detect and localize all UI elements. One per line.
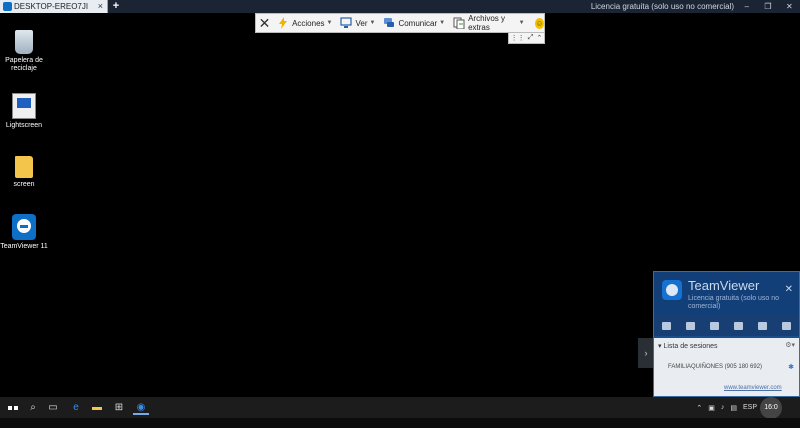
search-icon[interactable]: ⌕ <box>25 400 41 415</box>
minimize-icon[interactable]: – <box>736 0 757 13</box>
language-indicator[interactable]: ESP <box>743 404 757 411</box>
desktop-icon-label: Lightscreen <box>5 122 43 129</box>
pin-icon[interactable]: ✱ <box>788 363 794 371</box>
tab-close-icon[interactable]: × <box>98 0 103 13</box>
taskbar: ⌕ ▭ e ▬ ⊞ ◉ ⌃ ▣ ♪ ▤ ESP 16:0 <box>0 396 800 419</box>
files-icon <box>453 17 465 30</box>
tab-bar: DESKTOP-EREO7JI × + Licencia gratuita (s… <box>0 0 800 13</box>
close-icon[interactable]: ✕ <box>256 14 273 32</box>
task-view-icon[interactable]: ▭ <box>45 400 61 415</box>
teamviewer-panel-header: TeamViewer Licencia gratuita (solo uso n… <box>654 272 799 316</box>
desktop-icon-label: screen <box>13 181 35 188</box>
teamviewer-link[interactable]: www.teamviewer.com <box>724 385 782 391</box>
store-icon[interactable]: ⊞ <box>111 400 127 415</box>
file-explorer-icon[interactable]: ▬ <box>89 400 105 415</box>
teamviewer-taskbar-icon[interactable]: ◉ <box>133 400 149 415</box>
headset-icon[interactable] <box>685 322 695 330</box>
monitor-icon <box>340 17 353 29</box>
chat-icon[interactable] <box>709 322 719 330</box>
notification-icon[interactable]: ▤ <box>730 404 737 412</box>
desktop-icon-label: Papelera de reciclaje <box>5 57 43 72</box>
chevron-up-icon[interactable]: ⌃ <box>696 404 702 412</box>
panel-action-icons <box>654 316 799 336</box>
maximize-icon[interactable]: ❐ <box>757 0 778 13</box>
folder-icon <box>15 156 33 178</box>
grip-icon[interactable]: ⋮⋮ <box>511 34 525 42</box>
edge-icon[interactable]: e <box>68 400 84 415</box>
desktop-icon-label: TeamViewer 11 <box>0 243 48 250</box>
desktop-icon-screen[interactable]: screen <box>0 156 48 189</box>
teamviewer-icon <box>12 214 36 240</box>
toolbar-ver[interactable]: Ver ▼ <box>336 14 379 32</box>
close-window-icon[interactable]: ✕ <box>779 0 800 13</box>
session-row[interactable]: FAMILIAQUIÑONES (905 180 692) <box>668 364 762 370</box>
teamviewer-panel: TeamViewer Licencia gratuita (solo uso n… <box>653 271 800 397</box>
clock[interactable]: 16:0 <box>760 396 782 419</box>
fullscreen-icon[interactable]: ⤢ <box>528 34 534 42</box>
session-list-title[interactable]: ▾ Lista de sesiones <box>658 342 718 350</box>
gear-icon[interactable]: ⚙▾ <box>785 341 795 349</box>
toolbar-archivos-label: Archivos y extras <box>468 14 505 32</box>
teamviewer-license: Licencia gratuita (solo uso no comercial… <box>688 295 780 310</box>
toolbar-acciones[interactable]: Acciones ▼ <box>273 14 336 32</box>
chevron-up-icon[interactable]: ⌃ <box>537 34 543 42</box>
panel-expand-button[interactable]: › <box>638 338 654 368</box>
new-tab-button[interactable]: + <box>110 0 122 13</box>
chevron-down-icon: ▼ <box>369 20 376 26</box>
chevron-down-icon: ▼ <box>439 20 446 26</box>
windows-start-icon[interactable] <box>5 400 21 415</box>
teamviewer-icon <box>3 2 12 11</box>
desktop-icon-recycle[interactable]: Papelera de reciclaje <box>0 30 48 73</box>
teamviewer-logo-icon <box>662 280 682 300</box>
teamviewer-brand: TeamViewer <box>688 278 760 293</box>
lightning-icon <box>277 17 289 29</box>
bottom-strip <box>0 418 800 428</box>
tab-desktop[interactable]: DESKTOP-EREO7JI × <box>0 0 108 13</box>
more-icon[interactable] <box>782 322 792 330</box>
toolbar-comunicar[interactable]: Comunicar ▼ <box>379 14 449 32</box>
chevron-down-icon: ▼ <box>326 20 333 26</box>
lightscreen-icon <box>12 93 36 119</box>
files-icon[interactable] <box>734 322 744 330</box>
toolbar-sub-controls: ⋮⋮ ⤢ ⌃ <box>508 33 545 44</box>
toolbar-acciones-label: Acciones <box>292 18 325 28</box>
recycle-bin-icon <box>15 30 33 54</box>
session-list: ▾ Lista de sesiones ⚙▾ FAMILIAQUIÑONES (… <box>654 338 799 396</box>
system-tray: ⌃ ▣ ♪ ▤ ESP 16:0 <box>693 396 800 419</box>
desktop-icon-lightscreen[interactable]: Lightscreen <box>0 93 48 130</box>
chat-icon <box>383 17 395 29</box>
license-notice: Licencia gratuita (solo uso no comercial… <box>590 2 734 11</box>
volume-icon[interactable]: ♪ <box>721 404 725 411</box>
toolbar-ver-label: Ver <box>355 18 368 28</box>
toolbar-archivos[interactable]: Archivos y extras ▼ <box>449 14 529 32</box>
toolbar-comunicar-label: Comunicar <box>398 18 438 28</box>
window-controls: – ❐ ✕ <box>736 0 800 13</box>
video-icon[interactable] <box>661 322 671 330</box>
chevron-down-icon: ▼ <box>518 20 525 26</box>
network-icon[interactable]: ▣ <box>708 404 715 412</box>
pen-icon[interactable] <box>758 322 768 330</box>
smiley-icon[interactable]: ☺ <box>534 17 544 29</box>
remote-toolbar: ✕ Acciones ▼ Ver ▼ Comunicar ▼ Archivos … <box>255 13 545 33</box>
panel-close-icon[interactable]: ✕ <box>785 284 793 295</box>
tab-title: DESKTOP-EREO7JI <box>14 2 89 11</box>
desktop-icon-teamviewer[interactable]: TeamViewer 11 <box>0 214 48 251</box>
